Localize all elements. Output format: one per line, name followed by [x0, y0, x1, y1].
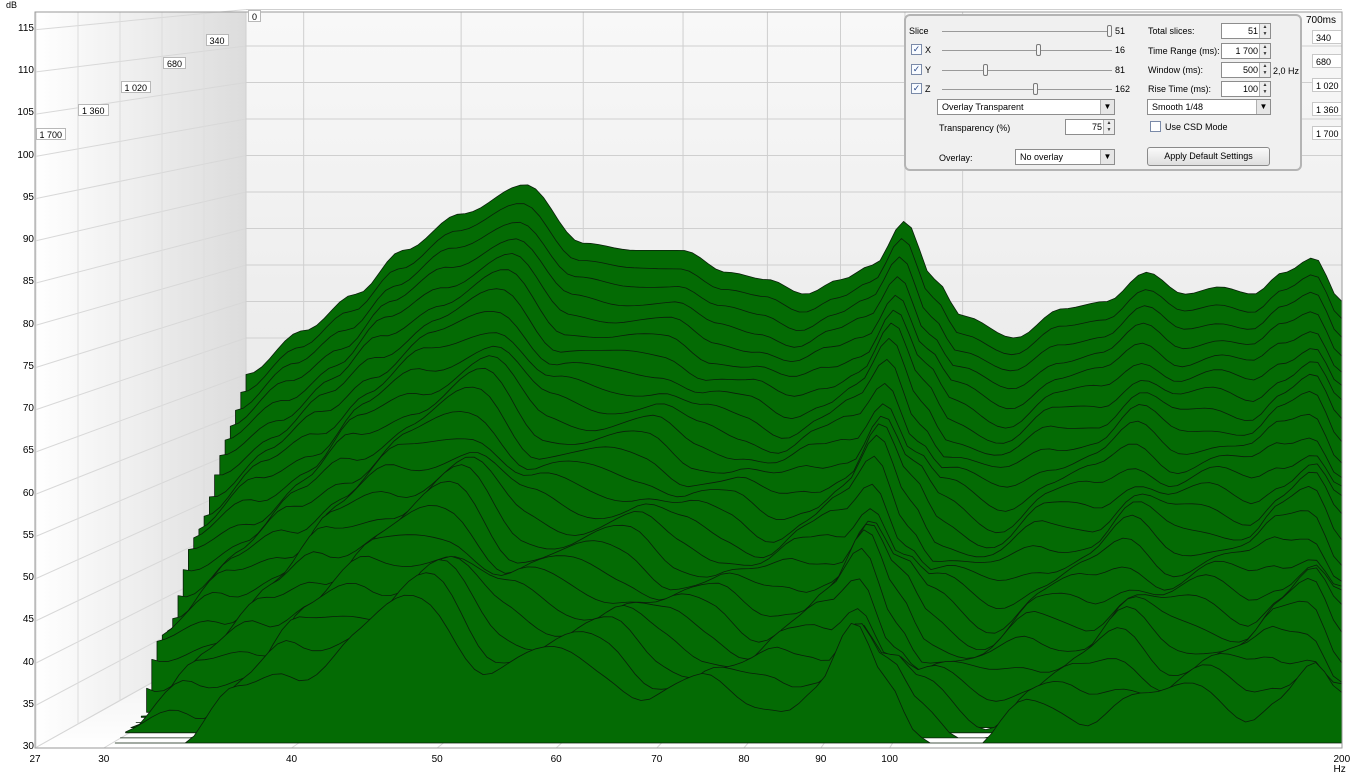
x-tick-label: 200 Hz [1333, 754, 1351, 775]
z-slider[interactable] [942, 89, 1112, 90]
rise-time-value: 100 [1242, 84, 1258, 94]
mode-select-value: Overlay Transparent [942, 102, 1024, 112]
y-tick-label: 115 [18, 22, 34, 34]
y-label: Y [925, 65, 932, 75]
window-spinner[interactable]: 500 ▲ ▼ [1221, 62, 1271, 78]
window-label: Window (ms): [1148, 65, 1204, 75]
y-tick-label: 40 [22, 656, 34, 668]
x-tick-label: 90 [815, 754, 827, 765]
time-range-spinner[interactable]: 1 700 ▲ ▼ [1221, 43, 1271, 59]
window-hz: 2,0 Hz [1273, 66, 1300, 76]
csd-mode-checkbox[interactable]: ✓ [1150, 121, 1161, 132]
x-tick-label: 40 [285, 754, 298, 765]
x-tick-label: 27 [29, 754, 41, 765]
y-tick-label: 80 [22, 318, 34, 330]
x-tick-label: 50 [431, 754, 443, 765]
y-tick-label: 110 [18, 65, 34, 76]
spinner-arrows-icon[interactable]: ▲ ▼ [1103, 120, 1114, 134]
total-slices-spinner[interactable]: 51 ▲ ▼ [1221, 23, 1271, 39]
time-range-label: Time Range (ms): [1148, 46, 1220, 56]
smooth-select-value: Smooth 1/48 [1152, 102, 1204, 112]
slice-label: Slice [909, 26, 929, 36]
x-tick-label: 80 [738, 754, 750, 765]
spinner-arrows-icon[interactable]: ▲ ▼ [1259, 63, 1270, 77]
spinner-arrows-icon[interactable]: ▲ ▼ [1259, 24, 1270, 38]
time-tick-label: 0 [248, 10, 262, 22]
slice-value: 51 [1115, 26, 1126, 36]
right-time-tick-label: 680 [1312, 54, 1342, 68]
overlay-label: Overlay: [939, 153, 973, 163]
x-tick-label: 70 [651, 754, 663, 765]
total-slices-value: 51 [1247, 26, 1258, 36]
right-time-tick-label: 1 360 [1312, 102, 1342, 116]
x-label: X [925, 45, 932, 55]
mode-select[interactable]: Overlay Transparent ▼ [937, 99, 1115, 115]
time-tick-label: 680 [163, 57, 187, 69]
overlay-select-value: No overlay [1020, 152, 1064, 162]
z-value: 162 [1115, 84, 1131, 94]
y-tick-label: 105 [17, 107, 34, 119]
window-value: 500 [1242, 65, 1258, 75]
overlay-select[interactable]: No overlay ▼ [1015, 149, 1115, 165]
spinner-arrows-icon[interactable]: ▲ ▼ [1259, 82, 1270, 96]
rise-time-label: Rise Time (ms): [1148, 84, 1211, 94]
chevron-down-icon: ▼ [1256, 100, 1270, 114]
csd-mode-label: Use CSD Mode [1165, 122, 1228, 132]
x-tick-label: 60 [550, 754, 562, 765]
y-tick-label: 60 [22, 487, 34, 499]
spinner-arrows-icon[interactable]: ▲ ▼ [1259, 44, 1270, 58]
y-tick-label: 95 [22, 191, 34, 203]
chevron-down-icon: ▼ [1100, 150, 1114, 164]
y-axis-unit: dB [6, 0, 18, 10]
z-label: Z [925, 84, 931, 94]
y-tick-label: 30 [22, 741, 34, 752]
rise-time-spinner[interactable]: 100 ▲ ▼ [1221, 81, 1271, 97]
slice-slider[interactable] [942, 31, 1112, 32]
x-checkbox[interactable]: ✓ [911, 44, 922, 55]
settings-panel: Slice 51 ✓ X 16 ✓ Y 81 ✓ Z 162 Overlay T… [904, 14, 1302, 171]
y-tick-label: 75 [22, 360, 34, 372]
time-axis-unit: 700ms [1306, 15, 1337, 26]
right-time-tick-label: 1 020 [1312, 78, 1342, 92]
z-slider-thumb[interactable] [1033, 83, 1038, 95]
right-time-tick-label: 1 700 [1312, 126, 1342, 140]
time-range-value: 1 700 [1235, 46, 1258, 56]
y-checkbox[interactable]: ✓ [911, 64, 922, 75]
x-tick-label: 100 [881, 754, 898, 765]
time-tick-label: 1 020 [120, 80, 152, 93]
transparency-value: 75 [1091, 122, 1102, 132]
y-tick-label: 70 [22, 403, 34, 414]
y-value: 81 [1115, 65, 1126, 75]
y-tick-label: 65 [22, 445, 34, 457]
x-tick-label: 30 [98, 754, 110, 765]
chevron-down-icon: ▼ [1100, 100, 1114, 114]
y-slider[interactable] [942, 70, 1112, 71]
transparency-spinner[interactable]: 75 ▲ ▼ [1065, 119, 1115, 135]
time-tick-label: 340 [205, 33, 229, 46]
apply-default-settings-button[interactable]: Apply Default Settings [1147, 147, 1270, 166]
slice-slider-thumb[interactable] [1107, 25, 1112, 37]
right-time-tick-label: 340 [1312, 30, 1342, 44]
smooth-select[interactable]: Smooth 1/48 ▼ [1147, 99, 1271, 115]
y-slider-thumb[interactable] [983, 64, 988, 76]
x-slider-thumb[interactable] [1036, 44, 1041, 56]
x-slider[interactable] [942, 50, 1112, 51]
y-tick-label: 90 [22, 234, 34, 245]
y-tick-label: 100 [17, 149, 34, 161]
y-tick-label: 50 [22, 572, 34, 583]
time-tick-label: 1 360 [78, 104, 109, 116]
y-tick-label: 45 [22, 614, 34, 626]
transparency-label: Transparency (%) [939, 123, 1011, 133]
x-value: 16 [1115, 45, 1126, 55]
z-checkbox[interactable]: ✓ [911, 83, 922, 94]
time-tick-label: 1 700 [35, 127, 67, 140]
y-tick-label: 55 [22, 529, 34, 541]
total-slices-label: Total slices: [1148, 26, 1195, 36]
y-tick-label: 85 [22, 276, 34, 288]
y-tick-label: 35 [22, 698, 34, 710]
